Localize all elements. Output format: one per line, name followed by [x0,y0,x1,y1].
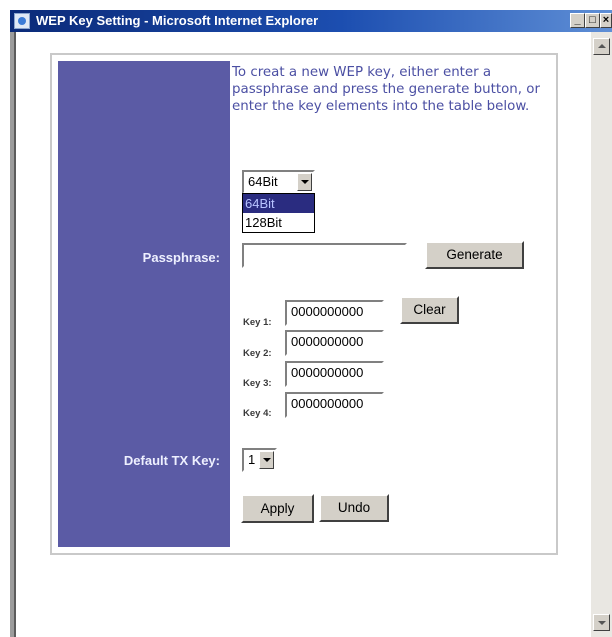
dropdown-arrow-icon[interactable] [259,451,274,469]
passphrase-label: Passphrase: [142,250,220,265]
key-2-value: 0000000000 [291,334,364,349]
option-128bit[interactable]: 128Bit [243,213,314,232]
key-3-label: Key 3: [243,378,272,389]
key-2-input[interactable]: 0000000000 [285,330,384,356]
option-64bit[interactable]: 64Bit [243,194,314,213]
default-tx-key-label: Default TX Key: [123,453,220,468]
key-1-value: 0000000000 [291,304,364,319]
key-3-value: 0000000000 [291,365,364,380]
key-1-input[interactable]: 0000000000 [285,300,384,326]
instructions-text: To creat a new WEP key, either enter a p… [232,65,540,114]
minimize-button[interactable]: _ [570,13,585,28]
scroll-up-button[interactable] [593,38,610,55]
passphrase-input[interactable] [242,243,407,268]
label-column: Passphrase: Default TX Key: [58,61,230,547]
key-4-value: 0000000000 [291,396,364,411]
apply-button[interactable]: Apply [241,494,314,523]
default-tx-key-value: 1 [248,452,256,467]
dropdown-arrow-icon[interactable] [297,173,312,191]
default-tx-key-select[interactable]: 1 [242,448,277,472]
generate-button[interactable]: Generate [425,241,524,269]
window-titlebar[interactable]: WEP Key Setting - Microsoft Internet Exp… [10,10,612,32]
undo-button[interactable]: Undo [319,494,389,522]
key-length-selected-value: 64Bit [248,174,278,189]
key-length-dropdown-list: 64Bit 128Bit [242,193,315,233]
window-title: WEP Key Setting - Microsoft Internet Exp… [36,13,319,28]
vertical-scrollbar[interactable] [591,32,612,637]
key-4-label: Key 4: [243,408,272,419]
maximize-button[interactable]: □ [585,13,600,28]
key-4-input[interactable]: 0000000000 [285,392,384,418]
key-2-label: Key 2: [243,348,272,359]
key-3-input[interactable]: 0000000000 [285,361,384,387]
key-1-label: Key 1: [243,317,272,328]
scroll-down-button[interactable] [593,614,610,631]
clear-button[interactable]: Clear [400,296,459,324]
ie-page-icon [14,13,30,29]
key-length-select[interactable]: 64Bit [242,170,315,194]
close-button[interactable]: × [600,13,612,28]
